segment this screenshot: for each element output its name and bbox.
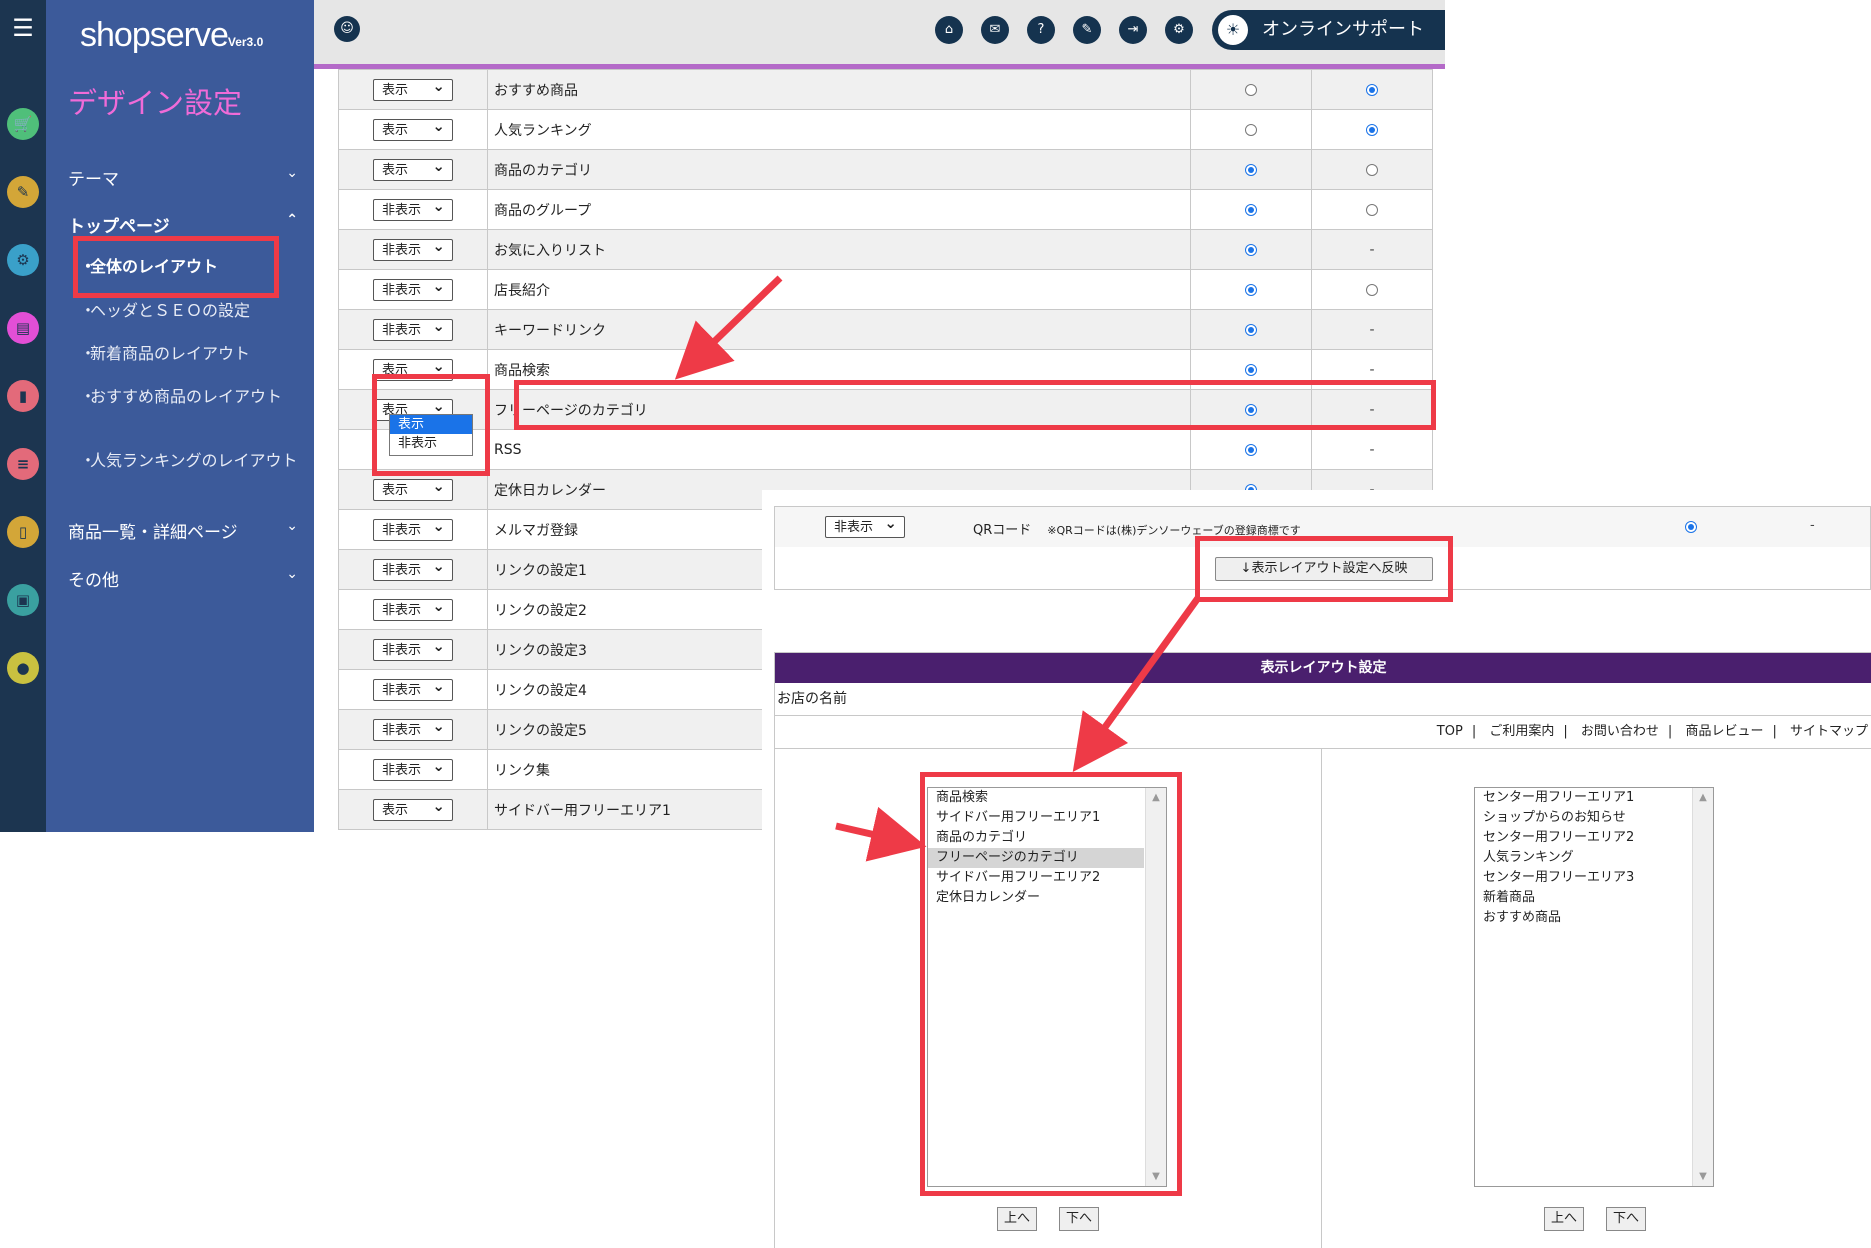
arrow-to-row	[674, 275, 783, 380]
arrow-to-option	[835, 806, 927, 862]
annotation-arrows	[674, 275, 1201, 862]
arrow-to-listbox	[1072, 595, 1201, 773]
